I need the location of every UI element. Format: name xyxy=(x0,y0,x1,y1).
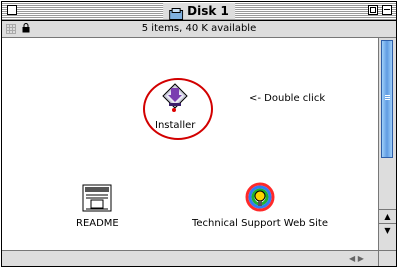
resize-box[interactable] xyxy=(378,250,396,266)
zoom-box[interactable] xyxy=(368,5,378,15)
readme-item[interactable]: README xyxy=(76,184,119,229)
scroll-down-arrow[interactable]: ▼ xyxy=(379,223,396,238)
finder-window: Disk 1 5 items, 40 K available Installer… xyxy=(1,1,397,267)
title-bar[interactable]: Disk 1 xyxy=(2,2,396,21)
scroll-up-arrow[interactable]: ▲ xyxy=(379,209,396,224)
collapse-box[interactable] xyxy=(382,5,392,15)
readme-label: README xyxy=(76,218,119,229)
readme-icon[interactable] xyxy=(82,184,112,215)
disk-icon xyxy=(169,5,184,20)
lock-icon xyxy=(22,22,30,38)
installer-label: Installer xyxy=(155,120,196,131)
info-text: 5 items, 40 K available xyxy=(141,23,257,34)
web-support-icon[interactable] xyxy=(245,182,275,215)
scroll-thumb[interactable] xyxy=(381,40,393,158)
grid-icon xyxy=(6,24,16,34)
horizontal-scroll-arrows[interactable]: ◀ ▶ xyxy=(349,251,379,266)
support-label: Technical Support Web Site xyxy=(192,218,328,229)
info-bar: 5 items, 40 K available xyxy=(2,21,396,38)
window-title-group: Disk 1 xyxy=(163,3,235,20)
support-item[interactable]: Technical Support Web Site xyxy=(192,182,328,229)
window-title: Disk 1 xyxy=(187,4,229,18)
window-content: Installer <- Double click README Technic… xyxy=(2,38,379,252)
installer-icon[interactable] xyxy=(161,82,189,117)
installer-item[interactable]: Installer xyxy=(155,82,195,131)
double-click-note: <- Double click xyxy=(249,93,326,104)
horizontal-scrollbar[interactable]: ◀ ▶ xyxy=(2,250,379,266)
vertical-scrollbar[interactable]: ▲ ▼ xyxy=(378,38,396,252)
close-box[interactable] xyxy=(7,5,17,15)
